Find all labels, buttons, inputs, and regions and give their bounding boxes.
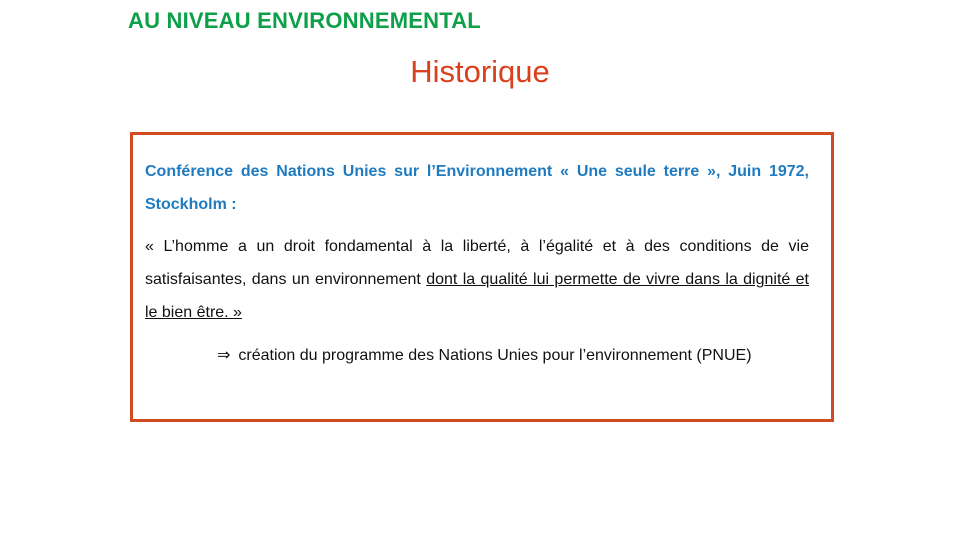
consequence-paragraph: ⇒ création du programme des Nations Unies… xyxy=(217,340,809,370)
consequence-text: création du programme des Nations Unies … xyxy=(238,347,752,364)
conference-heading: Conférence des Nations Unies sur l’Envir… xyxy=(145,163,809,213)
implies-arrow-icon: ⇒ xyxy=(217,345,231,364)
content-box: Conférence des Nations Unies sur l’Envir… xyxy=(130,132,834,422)
section-title: AU NIVEAU ENVIRONNEMENTAL xyxy=(128,8,481,33)
slide-title: Historique xyxy=(410,54,550,89)
quote-paragraph: « L’homme a un droit fondamental à la li… xyxy=(145,230,809,329)
